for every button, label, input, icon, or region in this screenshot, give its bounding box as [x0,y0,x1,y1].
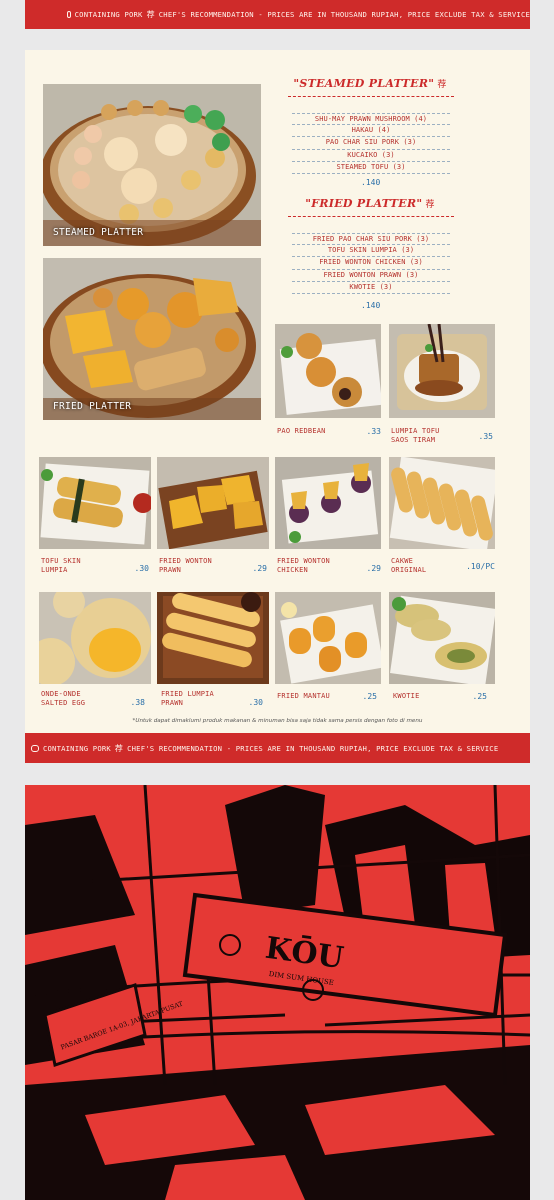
dish-price: .30 [134,564,149,573]
kwotie-photo [389,592,495,684]
dish-price: .25 [472,692,487,701]
chef-mark-icon: 荐 [425,200,435,210]
chef-mark-icon: 荐 [437,80,447,90]
fried-platter-image [43,258,261,420]
chef-recommendation-icon: 荐 [146,10,155,19]
dish-price: .10/PC [466,562,495,571]
footnote: *Untuk dapat dimaklumi produk makanan & … [132,718,423,724]
fried-wonton-chicken-photo [275,457,381,549]
fried-platter-photo: FRIED PLATTER [43,258,261,420]
onde-onde-photo [39,592,151,684]
fried-mantau-photo [275,592,381,684]
pork-icon [67,11,71,18]
fried-platter-list: FRIED PAO CHAR SIU PORK (3) TOFU SKIN LU… [292,233,450,294]
steamed-platter-title: "STEAMED PLATTER" 荐 [288,77,452,90]
fried-platter-title-text: "FRIED PLATTER" [305,197,423,210]
list-item: PAO CHAR SIU PORK (3) [292,137,450,150]
dish-price: .29 [366,564,381,573]
steamed-title-divider [288,96,454,97]
list-item: HAKAU (4) [292,125,450,138]
dish-price: .30 [248,698,263,707]
chef-recommendation-icon: 荐 [114,743,124,753]
steamed-platter-list: SHU-MAY PRAWN MUSHROOM (4) HAKAU (4) PAO… [292,113,450,174]
dish-name: FRIED LUMPIA PRAWN [161,690,214,707]
list-item: STEAMED TOFU (3) [292,162,450,174]
fried-wonton-prawn-photo [157,457,269,549]
steamed-platter-caption: STEAMED PLATTER [53,227,144,238]
dish-name: ONDE-ONDE SALTED EGG [41,690,86,707]
dish-name: FRIED WONTON CHICKEN [277,557,330,574]
pork-icon [31,744,39,752]
list-item: FRIED WONTON CHICKEN (3) [292,257,450,270]
list-item: SHU-MAY PRAWN MUSHROOM (4) [292,113,450,126]
list-item: FRIED PAO CHAR SIU PORK (3) [292,233,450,246]
street-illustration-art: KŌU DIM SUM HOUSE PASAR BAROE 1A-03, JAK… [25,785,530,1200]
dish-name: LUMPIA TOFU SAOS TIRAM [391,427,440,444]
fried-lumpia-prawn-photo [157,592,269,684]
dish-price: .35 [478,432,493,441]
fried-platter-price: .140 [361,301,381,310]
dish-price: .29 [252,564,267,573]
dish-name: CAKWE ORIGINAL [391,557,427,574]
list-item: FRIED WONTON PRAWN (3) [292,270,450,282]
pork-label: CONTAINING PORK [74,10,143,19]
fried-platter-title: "FRIED PLATTER" 荐 [288,197,452,210]
dish-name: KWOTIE [393,692,420,700]
lumpia-tofu-photo [389,324,495,418]
list-item: KWOTIE (3) [292,282,450,294]
chef-recommendation-label: CHEF'S RECOMMENDATION - PRICES ARE IN TH… [158,10,530,19]
steamed-platter-title-text: "STEAMED PLATTER" [293,77,435,90]
dish-price: .25 [362,692,377,701]
list-item: TOFU SKIN LUMPIA (3) [292,245,450,258]
list-item: KUCAIKO (3) [292,150,450,162]
cakwe-original-photo [389,457,495,549]
pork-label: CONTAINING PORK [43,743,111,753]
top-banner: CONTAINING PORK 荐 CHEF'S RECOMMENDATION … [25,0,530,29]
dish-price: .33 [366,427,381,436]
fried-platter-caption: FRIED PLATTER [53,401,132,412]
dish-price: .38 [130,698,145,707]
street-illustration: KŌU DIM SUM HOUSE PASAR BAROE 1A-03, JAK… [25,785,530,1200]
steamed-platter-photo: STEAMED PLATTER [43,84,261,246]
menu-page: STEAMED PLATTER FRIED PLATTER "STEAMED P… [25,50,530,733]
bottom-banner: CONTAINING PORK 荐 CHEF'S RECOMMENDATION … [25,733,530,763]
steamed-platter-image [43,84,261,246]
tofu-skin-lumpia-photo [39,457,151,549]
dish-name: FRIED WONTON PRAWN [159,557,212,574]
steamed-platter-price: .140 [361,178,381,187]
dish-name: PAO REDBEAN [277,427,326,435]
dish-name: TOFU SKIN LUMPIA [41,557,81,574]
chef-recommendation-label: CHEF'S RECOMMENDATION - PRICES ARE IN TH… [127,743,499,753]
fried-title-divider [288,216,454,217]
pao-redbean-photo [275,324,381,418]
